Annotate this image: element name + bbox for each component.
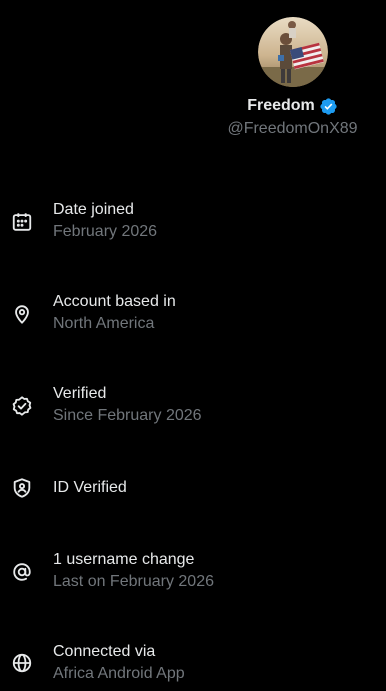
globe-icon [11, 652, 33, 674]
date-joined-text: Date joined February 2026 [53, 199, 157, 243]
avatar[interactable] [257, 17, 328, 87]
list-item-verified: Verified Since February 2026 [0, 383, 386, 429]
at-sign-icon [11, 561, 33, 583]
list-item-id-verified: ID Verified [0, 477, 386, 523]
verified-title: Verified [53, 385, 107, 402]
list-item-connected-via: Connected via Africa Android App [0, 641, 386, 687]
list-item-account-based-in: Account based in North America [0, 291, 386, 337]
connected-via-text: Connected via Africa Android App [53, 641, 185, 685]
connected-via-value: Africa Android App [53, 665, 185, 682]
location-pin-icon [11, 303, 33, 325]
list-item-date-joined: Date joined February 2026 [0, 199, 386, 245]
display-name[interactable]: Freedom [247, 96, 315, 116]
list-item-username-change: 1 username change Last on February 2026 [0, 549, 386, 595]
profile-header: Freedom @FreedomOnX89 [220, 17, 365, 139]
connected-via-title: Connected via [53, 643, 156, 660]
verified-value: Since February 2026 [53, 407, 202, 424]
id-verified-text: ID Verified [53, 477, 127, 499]
verified-badge-icon[interactable] [319, 97, 338, 116]
calendar-icon [11, 211, 33, 233]
account-based-in-value: North America [53, 315, 155, 332]
username-change-text: 1 username change Last on February 2026 [53, 549, 214, 593]
account-based-in-title: Account based in [53, 293, 176, 310]
id-verified-title: ID Verified [53, 479, 127, 496]
date-joined-title: Date joined [53, 201, 134, 218]
name-row: Freedom [247, 95, 338, 117]
date-joined-value: February 2026 [53, 223, 158, 240]
username-change-title: 1 username change [53, 551, 195, 568]
username-change-value: Last on February 2026 [53, 573, 214, 590]
verified-text: Verified Since February 2026 [53, 383, 202, 427]
username-handle[interactable]: @FreedomOnX89 [227, 119, 357, 139]
account-based-in-text: Account based in North America [53, 291, 176, 335]
id-shield-icon [11, 477, 33, 499]
verified-check-icon [11, 395, 33, 417]
